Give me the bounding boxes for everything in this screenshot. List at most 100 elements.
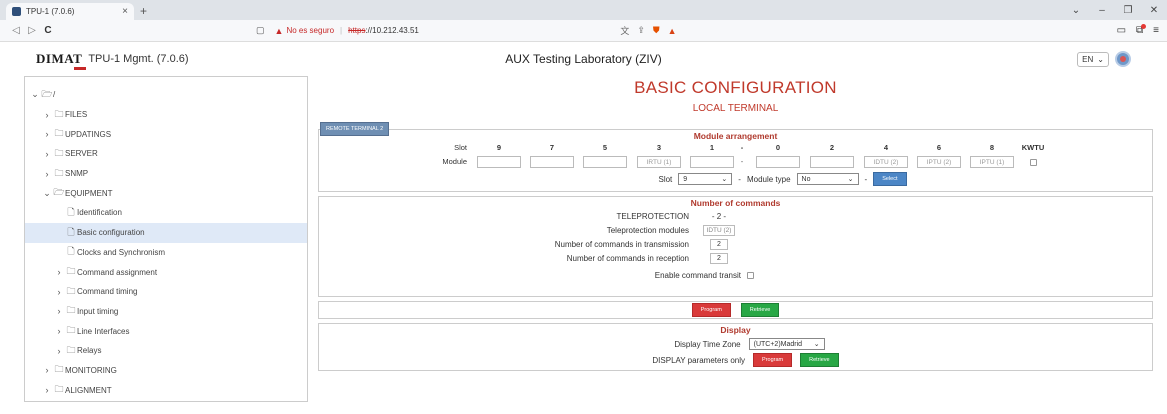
chevron-right-icon: › (57, 286, 61, 297)
tree-item-relays[interactable]: › 🗀 Relays (25, 341, 307, 361)
url-host: 10.212.43.51 (372, 26, 419, 35)
tree-item-equipment[interactable]: ⌄ 🗁 EQUIPMENT (25, 183, 307, 203)
module-type-select[interactable]: No ⌄ (796, 173, 859, 185)
program-button[interactable]: Program (691, 303, 731, 317)
tab-search-icon[interactable]: ⌄ (1063, 5, 1089, 16)
tree-item-command-assignment[interactable]: › 🗀 Command assignment (25, 262, 307, 282)
retrieve-button[interactable]: Retrieve (740, 303, 780, 317)
tree-label: MONITORING (65, 365, 117, 375)
slot-select[interactable]: 9 ⌄ (678, 173, 733, 185)
close-tab-icon[interactable]: × (122, 6, 128, 17)
new-tab-icon[interactable]: + (140, 4, 147, 18)
minimize-icon[interactable]: – (1089, 5, 1115, 16)
chevron-down-icon: ⌄ (847, 176, 854, 183)
sidebar-tree: ⌄ 🗁 / › 🗀 FILES › 🗀 UPDATINGS › 🗀 SERVER… (24, 76, 308, 402)
slot-header: 7 (549, 143, 555, 152)
translate-icon[interactable]: 文 (620, 24, 629, 37)
slot-header: 5 (602, 143, 608, 152)
security-label[interactable]: No es seguro (286, 26, 334, 35)
module-slot-6: IPTU (2) (917, 156, 961, 168)
tree-label: ALIGNMENT (65, 385, 112, 395)
chevron-right-icon: › (45, 148, 49, 159)
warning-icon[interactable]: ▲ (275, 26, 284, 36)
kwtu-checkbox[interactable] (1029, 158, 1037, 166)
chevron-down-icon: ⌄ (43, 187, 51, 198)
timezone-select[interactable]: (UTC+2)Madrid ⌄ (748, 338, 825, 350)
chevron-right-icon: › (57, 267, 61, 278)
slot-row: Slot 9 7 5 3 1 - 0 2 4 6 8 KWTU (319, 142, 1152, 156)
tree-label: FILES (65, 110, 88, 120)
content-area: BASIC CONFIGURATION LOCAL TERMINAL REMOT… (310, 76, 1161, 402)
share-icon[interactable]: ⇪ (637, 25, 645, 36)
browser-tab-bar: TPU-1 (7.0.6) × + ⌄ – ❐ ✕ (0, 0, 1167, 20)
maximize-icon[interactable]: ❐ (1115, 5, 1141, 16)
display-params-row: DISPLAY parameters only Program Retrieve (319, 352, 1152, 368)
chevron-right-icon: › (57, 306, 61, 317)
tree-item-line-interfaces[interactable]: › 🗀 Line Interfaces (25, 321, 307, 341)
tree-root[interactable]: ⌄ 🗁 / (25, 85, 307, 105)
slot-row-label: Slot (454, 143, 467, 152)
folder-icon: 🗀 (66, 305, 76, 316)
command-transit-checkbox[interactable] (747, 271, 754, 279)
wallet-icon[interactable]: ⧉ (1136, 24, 1147, 36)
tree-item-snmp[interactable]: › 🗀 SNMP (25, 164, 307, 184)
tree-item-command-timing[interactable]: › 🗀 Command timing (25, 282, 307, 302)
select-module-button[interactable]: Select (873, 172, 907, 186)
select-dash: - (738, 174, 741, 184)
tab-title: TPU-1 (7.0.6) (26, 7, 75, 16)
display-title: Display (720, 325, 751, 335)
tree-item-basic-configuration[interactable]: 🗋 Basic configuration (25, 222, 307, 243)
display-retrieve-button[interactable]: Retrieve (800, 353, 839, 367)
tree-item-updatings[interactable]: › 🗀 UPDATINGS (25, 124, 307, 144)
folder-icon: 🗀 (54, 167, 64, 178)
timezone-row: Display Time Zone (UTC+2)Madrid ⌄ (319, 336, 1152, 352)
menu-icon[interactable]: ≡ (1153, 25, 1159, 36)
tree-item-files[interactable]: › 🗀 FILES (25, 105, 307, 125)
tree-item-monitoring[interactable]: › 🗀 MONITORING (25, 361, 307, 381)
url-field[interactable]: ▢ ▲ No es seguro | https://10.212.43.51 (256, 25, 620, 36)
sidebar-toggle-icon[interactable]: ▭ (1117, 25, 1126, 36)
tree-item-clocks[interactable]: 🗋 Clocks and Synchronism (25, 243, 307, 263)
user-icon[interactable] (1115, 51, 1131, 67)
chevron-right-icon: › (45, 168, 49, 179)
module-slot-8: IPTU (1) (970, 156, 1014, 168)
tree-label: SNMP (65, 169, 89, 179)
app-header: DIMAT TPU-1 Mgmt. (7.0.6) AUX Testing La… (0, 42, 1167, 76)
kwtu-checkbox-cell (1011, 156, 1055, 168)
slot-header: 4 (883, 143, 889, 152)
page-subtitle: LOCAL TERMINAL (692, 103, 779, 114)
remote-terminal-button[interactable]: REMOTE TERMINAL 2 (320, 122, 390, 136)
bookmark-icon[interactable]: ▢ (256, 25, 265, 36)
tree-item-input-timing[interactable]: › 🗀 Input timing (25, 302, 307, 322)
tree-item-identification[interactable]: 🗋 Identification (25, 203, 307, 223)
module-slot-5 (583, 156, 627, 168)
tree-label: SERVER (65, 149, 98, 159)
slot-header: 0 (775, 143, 781, 152)
language-value: EN (1082, 54, 1094, 64)
tx-commands-input[interactable]: 2 (710, 238, 728, 250)
browser-tab[interactable]: TPU-1 (7.0.6) × (6, 3, 134, 20)
transit-row: Enable command transit (319, 268, 1152, 282)
app-title: TPU-1 Mgmt. (7.0.6) (88, 53, 189, 65)
close-window-icon[interactable]: ✕ (1141, 5, 1167, 16)
module-slot-4: IDTU (2) (864, 156, 908, 168)
display-program-button[interactable]: Program (753, 353, 793, 367)
brave-rewards-icon[interactable]: ▲ (668, 26, 677, 36)
tree-item-server[interactable]: › 🗀 SERVER (25, 144, 307, 164)
chevron-right-icon: › (57, 345, 61, 356)
language-select[interactable]: EN ⌄ (1077, 51, 1109, 67)
back-icon[interactable]: ◁ (8, 25, 24, 36)
chevron-right-icon: › (45, 129, 49, 140)
forward-icon[interactable]: ▷ (24, 25, 40, 36)
slot-header: KWTU (1021, 143, 1045, 152)
rx-commands-input[interactable]: 2 (710, 252, 728, 264)
folder-icon: 🗀 (54, 108, 64, 119)
tree-item-alignment[interactable]: › 🗀 ALIGNMENT (25, 380, 307, 400)
number-of-commands-title: Number of commands (690, 198, 781, 208)
reload-icon[interactable]: C (40, 25, 56, 36)
tp-modules-label: Teleprotection modules (606, 225, 689, 235)
select-slot-label: Slot (658, 174, 673, 184)
brave-shield-icon[interactable]: ⛊ (653, 25, 660, 36)
slot-header: 8 (989, 143, 995, 152)
tree-label: Command assignment (77, 267, 158, 277)
